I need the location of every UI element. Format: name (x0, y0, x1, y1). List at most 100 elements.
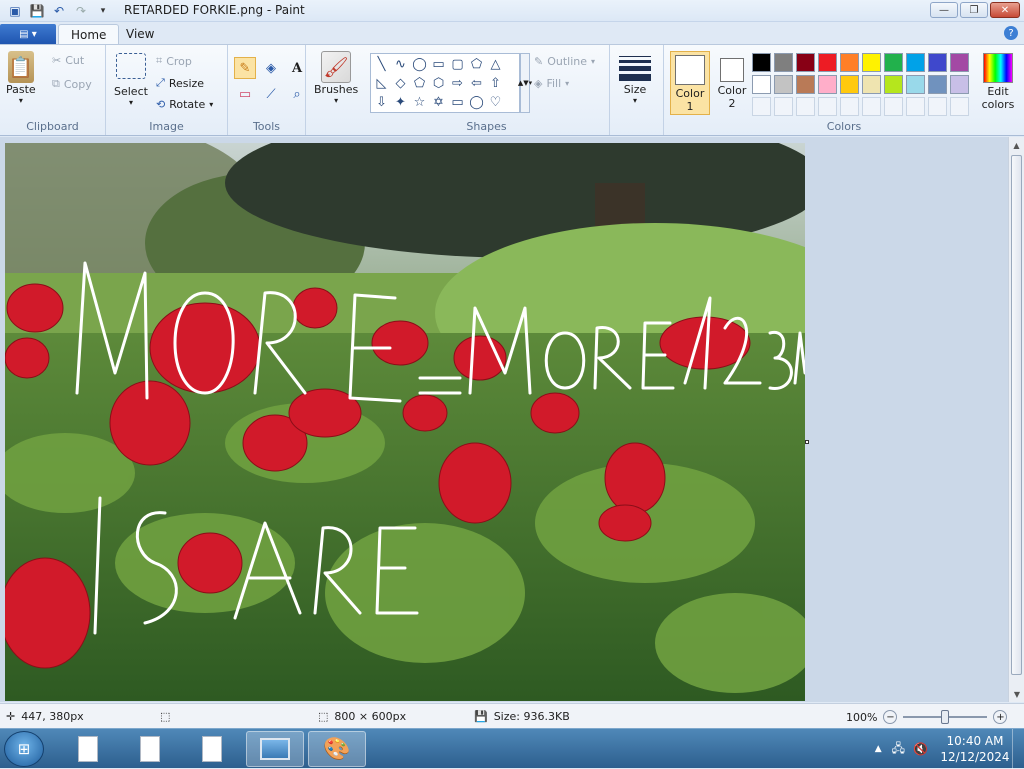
color-swatch[interactable] (884, 75, 903, 94)
right-arrow-shape-icon[interactable]: ⇨ (448, 74, 467, 93)
color2-button[interactable]: Color 2 (712, 51, 752, 115)
color-swatch[interactable] (950, 53, 969, 72)
four-point-star-shape-icon[interactable]: ✦ (391, 93, 410, 112)
color-swatch[interactable] (862, 75, 881, 94)
down-arrow-shape-icon[interactable]: ⇩ (372, 93, 391, 112)
brushes-button[interactable]: 🖌 Brushes ▾ (314, 51, 358, 105)
color1-button[interactable]: Color 1 (670, 51, 710, 115)
heart-shape-icon[interactable]: ♡ (486, 93, 505, 112)
line-shape-icon[interactable]: ╲ (372, 55, 391, 74)
redo-icon[interactable]: ↷ (72, 2, 90, 20)
polygon-shape-icon[interactable]: ⬠ (467, 55, 486, 74)
six-point-star-shape-icon[interactable]: ✡ (429, 93, 448, 112)
custom-color-slot[interactable] (818, 97, 837, 116)
text-tool-icon[interactable]: A (286, 57, 308, 79)
select-button[interactable]: Select ▾ (114, 53, 148, 107)
vertical-scrollbar[interactable]: ▲ ▼ (1008, 137, 1024, 702)
drawing-canvas[interactable] (5, 143, 805, 701)
rotate-button[interactable]: ⟲ Rotate ▾ (156, 98, 213, 111)
canvas-workspace[interactable] (0, 137, 1008, 702)
custom-color-slot[interactable] (884, 97, 903, 116)
size-button[interactable]: Size ▾ (619, 53, 651, 105)
color-swatch[interactable] (818, 53, 837, 72)
paint-app-icon[interactable]: ▣ (6, 2, 24, 20)
network-icon[interactable]: 🖧 (892, 739, 905, 760)
zoom-out-icon[interactable]: − (883, 710, 898, 724)
custom-color-slot[interactable] (752, 97, 771, 116)
color-swatch[interactable] (752, 75, 771, 94)
shapes-scroll[interactable]: ▲▼▾ (518, 53, 532, 113)
minimize-button[interactable]: — (930, 2, 958, 18)
custom-color-slot[interactable] (906, 97, 925, 116)
zoom-slider[interactable] (903, 710, 988, 724)
oval-shape-icon[interactable]: ◯ (410, 55, 429, 74)
curve-shape-icon[interactable]: ∿ (391, 55, 410, 74)
custom-color-slot[interactable] (774, 97, 793, 116)
diamond-shape-icon[interactable]: ◇ (391, 74, 410, 93)
custom-color-slot[interactable] (862, 97, 881, 116)
outline-button[interactable]: ✎ Outline ▾ (534, 55, 595, 68)
taskbar-item-document-1[interactable] (60, 731, 116, 767)
hexagon-shape-icon[interactable]: ⬡ (429, 74, 448, 93)
close-button[interactable]: ✕ (990, 2, 1020, 18)
scroll-thumb[interactable] (1011, 155, 1022, 675)
color-swatch[interactable] (906, 53, 925, 72)
eraser-icon[interactable]: ▭ (234, 83, 256, 105)
undo-icon[interactable]: ↶ (50, 2, 68, 20)
volume-muted-icon[interactable]: 🔇 (913, 742, 928, 756)
color-swatch[interactable] (928, 75, 947, 94)
rounded-rectangle-shape-icon[interactable]: ▢ (448, 55, 467, 74)
callout-rect-shape-icon[interactable]: ▭ (448, 93, 467, 112)
fill-bucket-icon[interactable]: ◈ (260, 57, 282, 79)
scroll-down-icon[interactable]: ▼ (1009, 686, 1024, 702)
color-swatch[interactable] (928, 53, 947, 72)
show-hidden-icons[interactable]: ▲ (875, 744, 882, 754)
customize-qat-icon[interactable]: ▾ (94, 2, 112, 20)
help-icon[interactable]: ? (1004, 26, 1018, 40)
custom-color-slot[interactable] (840, 97, 859, 116)
magnifier-icon[interactable]: ⌕ (286, 83, 308, 105)
color-swatch[interactable] (950, 75, 969, 94)
color-swatch[interactable] (840, 75, 859, 94)
edit-colors-button[interactable]: Edit colors (976, 53, 1020, 111)
taskbar-item-paint[interactable]: 🎨 (308, 731, 366, 767)
color-swatch[interactable] (862, 53, 881, 72)
taskbar-item-document-3[interactable] (184, 731, 240, 767)
pencil-icon[interactable]: ✎ (234, 57, 256, 79)
taskbar-item-photo-viewer[interactable] (246, 731, 304, 767)
save-icon[interactable]: 💾 (28, 2, 46, 20)
paint-menu-button[interactable]: ▤ ▾ (0, 24, 56, 44)
fill-button[interactable]: ◈ Fill ▾ (534, 77, 569, 90)
pentagon-shape-icon[interactable]: ⬠ (410, 74, 429, 93)
rectangle-shape-icon[interactable]: ▭ (429, 55, 448, 74)
resize-button[interactable]: ⤢ Resize (156, 76, 204, 90)
tab-home[interactable]: Home (58, 24, 120, 44)
zoom-slider-thumb[interactable] (941, 710, 950, 724)
copy-button[interactable]: ⧉ Copy (52, 77, 92, 91)
color-swatch[interactable] (796, 53, 815, 72)
custom-color-slot[interactable] (928, 97, 947, 116)
triangle-shape-icon[interactable]: △ (486, 55, 505, 74)
five-point-star-shape-icon[interactable]: ☆ (410, 93, 429, 112)
color-picker-icon[interactable]: ⟋ (260, 83, 282, 105)
color-swatch[interactable] (884, 53, 903, 72)
cut-button[interactable]: ✂ Cut (52, 54, 84, 67)
color-swatch[interactable] (774, 75, 793, 94)
maximize-button[interactable]: ❐ (960, 2, 988, 18)
crop-button[interactable]: ⌗ Crop (156, 54, 192, 68)
taskbar-item-document-2[interactable] (122, 731, 178, 767)
start-button[interactable]: ⊞ (4, 731, 44, 767)
color-swatch[interactable] (752, 53, 771, 72)
color-swatch[interactable] (818, 75, 837, 94)
scroll-up-icon[interactable]: ▲ (1009, 137, 1024, 153)
photo-canvas-image[interactable] (5, 143, 805, 701)
up-arrow-shape-icon[interactable]: ⇧ (486, 74, 505, 93)
show-desktop-button[interactable] (1012, 729, 1024, 769)
right-triangle-shape-icon[interactable]: ◺ (372, 74, 391, 93)
left-arrow-shape-icon[interactable]: ⇦ (467, 74, 486, 93)
color-swatch[interactable] (796, 75, 815, 94)
paste-button[interactable]: 📋 Paste ▾ (6, 51, 36, 105)
clock[interactable]: 10:40 AM 12/12/2024 (938, 733, 1012, 765)
tab-view[interactable]: View (114, 24, 166, 44)
custom-color-slot[interactable] (796, 97, 815, 116)
